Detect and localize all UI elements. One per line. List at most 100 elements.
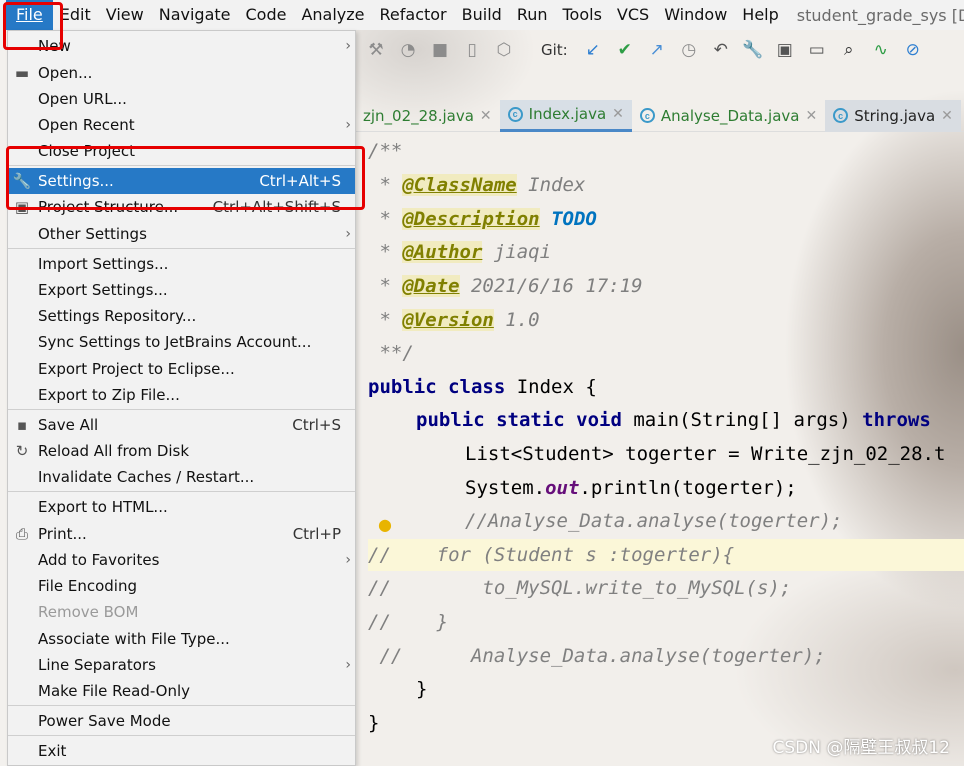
- menu-item-make-read-only[interactable]: Make File Read-Only: [8, 678, 355, 704]
- menu-item-open-url[interactable]: Open URL...: [8, 86, 355, 112]
- menu-analyze[interactable]: Analyze: [294, 0, 372, 30]
- save-icon: ▪: [16, 416, 28, 434]
- tab-label: Index.java: [528, 105, 607, 123]
- code-line: /**: [368, 140, 403, 162]
- menu-item-project-structure[interactable]: ▣ Project Structure... Ctrl+Alt+Shift+S: [8, 194, 355, 220]
- menubar: File Edit View Navigate Code Analyze Ref…: [0, 0, 964, 30]
- menu-item-settings-repository[interactable]: Settings Repository...: [8, 303, 355, 329]
- search-icon[interactable]: ⌕: [838, 39, 860, 61]
- menu-file[interactable]: File: [6, 0, 53, 30]
- close-icon[interactable]: ✕: [480, 108, 492, 124]
- toolbar: ⚒ ◔ ■ ▯ ⬡ Git: ↙ ✔ ↗ ◷ ↶ 🔧 ▣ ▭ ⌕ ∿ ⊘: [355, 30, 964, 70]
- menu-item-import-settings[interactable]: Import Settings...: [8, 251, 355, 277]
- menu-refactor[interactable]: Refactor: [373, 0, 455, 30]
- reload-icon: ↻: [15, 442, 29, 460]
- rollback-icon[interactable]: ↶: [710, 39, 732, 61]
- menu-run[interactable]: Run: [510, 0, 556, 30]
- menu-item-reload-disk[interactable]: ↻ Reload All from Disk: [8, 438, 355, 464]
- run-coverage-icon[interactable]: ◔: [397, 39, 419, 61]
- code-line: public static void main(String[] args) t…: [416, 409, 931, 431]
- menu-divider: [8, 491, 355, 492]
- git-label: Git:: [541, 41, 568, 59]
- menu-item-save-all[interactable]: ▪ Save All Ctrl+S: [8, 412, 355, 438]
- wrench-icon[interactable]: 🔧: [742, 39, 764, 61]
- menu-item-new[interactable]: New ›: [8, 33, 355, 59]
- menu-item-settings[interactable]: 🔧 Settings... Ctrl+Alt+S: [8, 168, 355, 194]
- profile-icon[interactable]: ⬡: [493, 39, 515, 61]
- git-update-icon[interactable]: ↙: [582, 39, 604, 61]
- menu-item-print[interactable]: ⎙ Print... Ctrl+P: [8, 521, 355, 547]
- git-push-icon[interactable]: ↗: [646, 39, 668, 61]
- folder-icon: ▬: [14, 64, 30, 82]
- menu-edit[interactable]: Edit: [53, 0, 99, 30]
- class-icon: c: [833, 108, 849, 123]
- menu-tools[interactable]: Tools: [556, 0, 610, 30]
- menu-item-open-recent[interactable]: Open Recent ›: [8, 112, 355, 138]
- menu-item-exit[interactable]: Exit: [8, 738, 355, 764]
- menu-help[interactable]: Help: [735, 0, 786, 30]
- attach-debugger-icon[interactable]: ▯: [461, 39, 483, 61]
- menu-item-export-zip[interactable]: Export to Zip File...: [8, 382, 355, 408]
- code-line-highlighted: // for (Student s :togerter){: [368, 539, 964, 571]
- menu-item-export-eclipse[interactable]: Export Project to Eclipse...: [8, 356, 355, 382]
- code-line: // }: [368, 611, 449, 633]
- menu-view[interactable]: View: [99, 0, 152, 30]
- lightbulb-icon[interactable]: ●: [378, 515, 392, 534]
- menu-item-associate-file-type[interactable]: Associate with File Type...: [8, 626, 355, 652]
- menu-item-remove-bom: Remove BOM: [38, 603, 139, 621]
- code-line: //Analyse_Data.analyse(togerter);: [465, 510, 843, 532]
- chevron-right-icon: ›: [345, 226, 351, 242]
- menu-divider: [8, 165, 355, 166]
- code-line: // to_MySQL.write_to_MySQL(s);: [368, 577, 792, 599]
- menu-item-other-settings[interactable]: Other Settings ›: [8, 221, 355, 247]
- project-structure-icon[interactable]: ▣: [774, 39, 796, 61]
- git-commit-icon[interactable]: ✔: [614, 39, 636, 61]
- code-line: }: [416, 678, 428, 700]
- menu-item-open[interactable]: ▬ Open...: [8, 60, 355, 86]
- menu-item-power-save[interactable]: Power Save Mode: [8, 708, 355, 734]
- menu-item-close-project[interactable]: Close Project: [8, 138, 355, 164]
- menu-item-invalidate-caches[interactable]: Invalidate Caches / Restart...: [8, 464, 355, 490]
- build-icon[interactable]: ⚒: [365, 39, 387, 61]
- menu-item-line-separators[interactable]: Line Separators ›: [8, 652, 355, 678]
- code-line: * @ClassName Index: [368, 174, 586, 196]
- menu-build[interactable]: Build: [455, 0, 510, 30]
- menu-item-export-html[interactable]: Export to HTML...: [8, 494, 355, 520]
- chevron-right-icon: ›: [345, 38, 351, 54]
- tab-label: String.java: [854, 106, 936, 125]
- code-line: * @Date 2021/6/16 17:19: [368, 275, 643, 297]
- close-icon[interactable]: ✕: [941, 108, 953, 124]
- history-icon[interactable]: ◷: [678, 39, 700, 61]
- menu-vcs[interactable]: VCS: [610, 0, 657, 30]
- close-icon[interactable]: ✕: [805, 108, 817, 124]
- tab-string[interactable]: c String.java ✕: [825, 99, 961, 132]
- tab-zjn-02-28[interactable]: zjn_02_28.java ✕: [355, 100, 500, 132]
- power-save-icon[interactable]: ⊘: [902, 39, 924, 61]
- tab-label: Analyse_Data.java: [660, 106, 800, 125]
- menu-item-sync-settings[interactable]: Sync Settings to JetBrains Account...: [8, 329, 355, 355]
- code-line: }: [368, 712, 380, 734]
- presentation-icon[interactable]: ▭: [806, 39, 828, 61]
- tab-analyse-data[interactable]: c Analyse_Data.java ✕: [632, 100, 825, 132]
- ide-window: File Edit View Navigate Code Analyze Ref…: [0, 0, 964, 766]
- code-line: List<Student> togerter = Write_zjn_02_28…: [465, 443, 946, 465]
- stop-icon[interactable]: ■: [429, 39, 451, 61]
- menu-item-add-favorites[interactable]: Add to Favorites ›: [8, 547, 355, 573]
- menu-navigate[interactable]: Navigate: [152, 0, 239, 30]
- close-icon[interactable]: ✕: [612, 106, 624, 122]
- menu-divider: [8, 735, 355, 736]
- tab-index[interactable]: c Index.java ✕: [499, 99, 632, 132]
- class-icon: c: [639, 108, 655, 123]
- menu-window[interactable]: Window: [657, 0, 735, 30]
- activity-monitor-icon[interactable]: ∿: [870, 39, 892, 61]
- menu-item-export-settings[interactable]: Export Settings...: [8, 277, 355, 303]
- class-icon: c: [507, 106, 523, 122]
- code-editor[interactable]: /** * @ClassName Index * @Description TO…: [368, 132, 964, 766]
- wrench-icon: 🔧: [12, 172, 32, 190]
- menu-item-file-encoding[interactable]: File Encoding: [8, 573, 355, 599]
- print-icon: ⎙: [15, 525, 28, 543]
- watermark: CSDN @隔壁王叔叔12: [772, 738, 950, 758]
- project-structure-icon: ▣: [14, 198, 30, 216]
- menu-code[interactable]: Code: [239, 0, 295, 30]
- menu-divider: [8, 248, 355, 249]
